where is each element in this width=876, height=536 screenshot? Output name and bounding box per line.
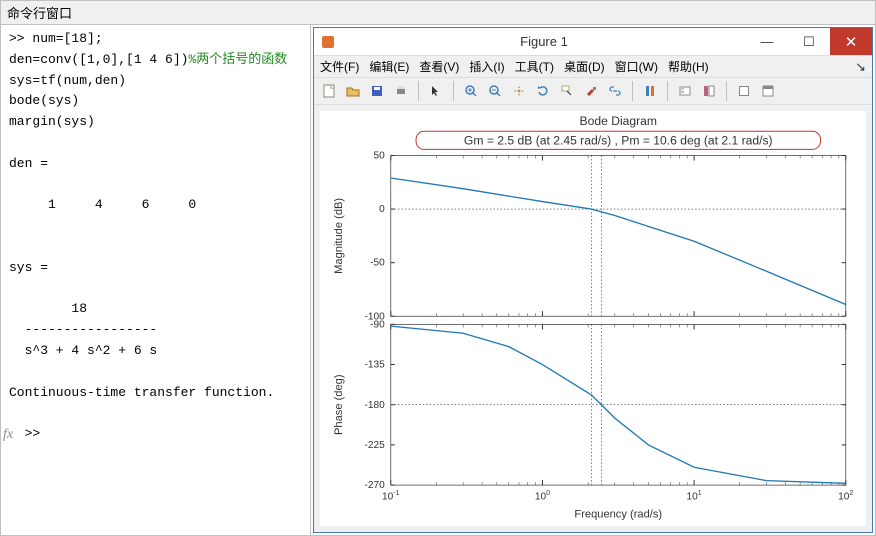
menu-tools[interactable]: 工具(T)	[515, 58, 554, 75]
svg-text:10-1: 10-1	[382, 490, 400, 502]
console-output: Continuous-time transfer function.	[9, 385, 274, 400]
svg-text:-135: -135	[364, 360, 385, 371]
console-output: sys =	[9, 260, 48, 275]
svg-text:Phase (deg): Phase (deg)	[333, 374, 345, 435]
main-split: >> num=[18]; den=conv([1,0],[1 4 6])%两个括…	[0, 25, 876, 536]
open-icon[interactable]	[342, 80, 364, 102]
console-output: s^3 + 4 s^2 + 6 s	[9, 343, 157, 358]
close-button[interactable]: ✕	[830, 28, 872, 55]
menu-file[interactable]: 文件(F)	[320, 58, 359, 75]
console-line: bode(sys)	[9, 93, 79, 108]
show-plot-tools-icon[interactable]	[733, 80, 755, 102]
menu-bar: 文件(F) 编辑(E) 查看(V) 插入(I) 工具(T) 桌面(D) 窗口(W…	[314, 56, 872, 78]
matlab-icon	[320, 34, 336, 50]
zoom-out-icon[interactable]	[484, 80, 506, 102]
fx-prompt-icon: fx	[3, 424, 13, 446]
svg-text:50: 50	[373, 151, 385, 162]
console-line: >> num=[18];	[9, 31, 103, 46]
svg-text:0: 0	[379, 204, 385, 215]
plot-canvas[interactable]: Bode Diagram Gm = 2.5 dB (at 2.45 rad/s) …	[320, 111, 866, 526]
figure-titlebar[interactable]: Figure 1 — ☐ ✕	[314, 28, 872, 56]
svg-text:Bode Diagram: Bode Diagram	[580, 114, 658, 128]
command-window-title: 命令行窗口	[0, 0, 876, 25]
console-comment: %两个括号的函数	[188, 52, 287, 67]
toolbar	[314, 78, 872, 105]
menu-edit[interactable]: 编辑(E)	[369, 58, 409, 75]
svg-text:101: 101	[687, 490, 702, 502]
menu-window[interactable]: 窗口(W)	[615, 58, 658, 75]
svg-text:100: 100	[535, 490, 550, 502]
zoom-in-icon[interactable]	[460, 80, 482, 102]
console-output: 1 4 6 0	[9, 197, 196, 212]
brush-icon[interactable]	[580, 80, 602, 102]
menu-desktop[interactable]: 桌面(D)	[564, 58, 605, 75]
save-icon[interactable]	[366, 80, 388, 102]
menu-help[interactable]: 帮助(H)	[668, 58, 709, 75]
console-line: sys=tf(num,den)	[9, 73, 126, 88]
svg-text:102: 102	[838, 490, 853, 502]
new-figure-icon[interactable]	[318, 80, 340, 102]
maximize-button[interactable]: ☐	[788, 28, 830, 55]
print-icon[interactable]	[390, 80, 412, 102]
menu-dock-icon[interactable]: ↘	[855, 59, 866, 75]
figure-window: Figure 1 — ☐ ✕ 文件(F) 编辑(E) 查看(V) 插入(I) 工…	[313, 27, 873, 533]
command-window[interactable]: >> num=[18]; den=conv([1,0],[1 4 6])%两个括…	[1, 25, 311, 535]
pan-icon[interactable]	[508, 80, 530, 102]
rotate-icon[interactable]	[532, 80, 554, 102]
minimize-button[interactable]: —	[746, 28, 788, 55]
svg-text:-90: -90	[370, 319, 385, 330]
console-prompt: >>	[25, 426, 41, 441]
plot-container: Bode Diagram Gm = 2.5 dB (at 2.45 rad/s) …	[314, 105, 872, 532]
console-output: den =	[9, 156, 48, 171]
insert-legend-icon[interactable]	[674, 80, 696, 102]
svg-text:Frequency (rad/s): Frequency (rad/s)	[574, 508, 662, 520]
console-output: -----------------	[9, 322, 157, 337]
link-icon[interactable]	[604, 80, 626, 102]
insert-colorbar-icon[interactable]	[639, 80, 661, 102]
bode-plot: Bode Diagram Gm = 2.5 dB (at 2.45 rad/s) …	[320, 111, 866, 526]
console-line: margin(sys)	[9, 114, 95, 129]
hide-plot-tools-icon[interactable]	[698, 80, 720, 102]
svg-text:-270: -270	[364, 480, 385, 491]
svg-text:Gm = 2.5 dB (at 2.45 rad/s) ,: Gm = 2.5 dB (at 2.45 rad/s) , Pm = 10.6 …	[464, 133, 773, 147]
dock-figure-icon[interactable]	[757, 80, 779, 102]
data-cursor-icon[interactable]	[556, 80, 578, 102]
figure-title: Figure 1	[342, 34, 746, 49]
svg-text:-225: -225	[364, 440, 385, 451]
menu-insert[interactable]: 插入(I)	[469, 58, 504, 75]
console-line: den=conv([1,0],[1 4 6])	[9, 52, 188, 67]
svg-text:-50: -50	[370, 258, 385, 269]
menu-view[interactable]: 查看(V)	[419, 58, 459, 75]
svg-text:-180: -180	[364, 400, 385, 411]
console-output: 18	[9, 301, 87, 316]
svg-text:Magnitude (dB): Magnitude (dB)	[333, 198, 345, 274]
pointer-icon[interactable]	[425, 80, 447, 102]
